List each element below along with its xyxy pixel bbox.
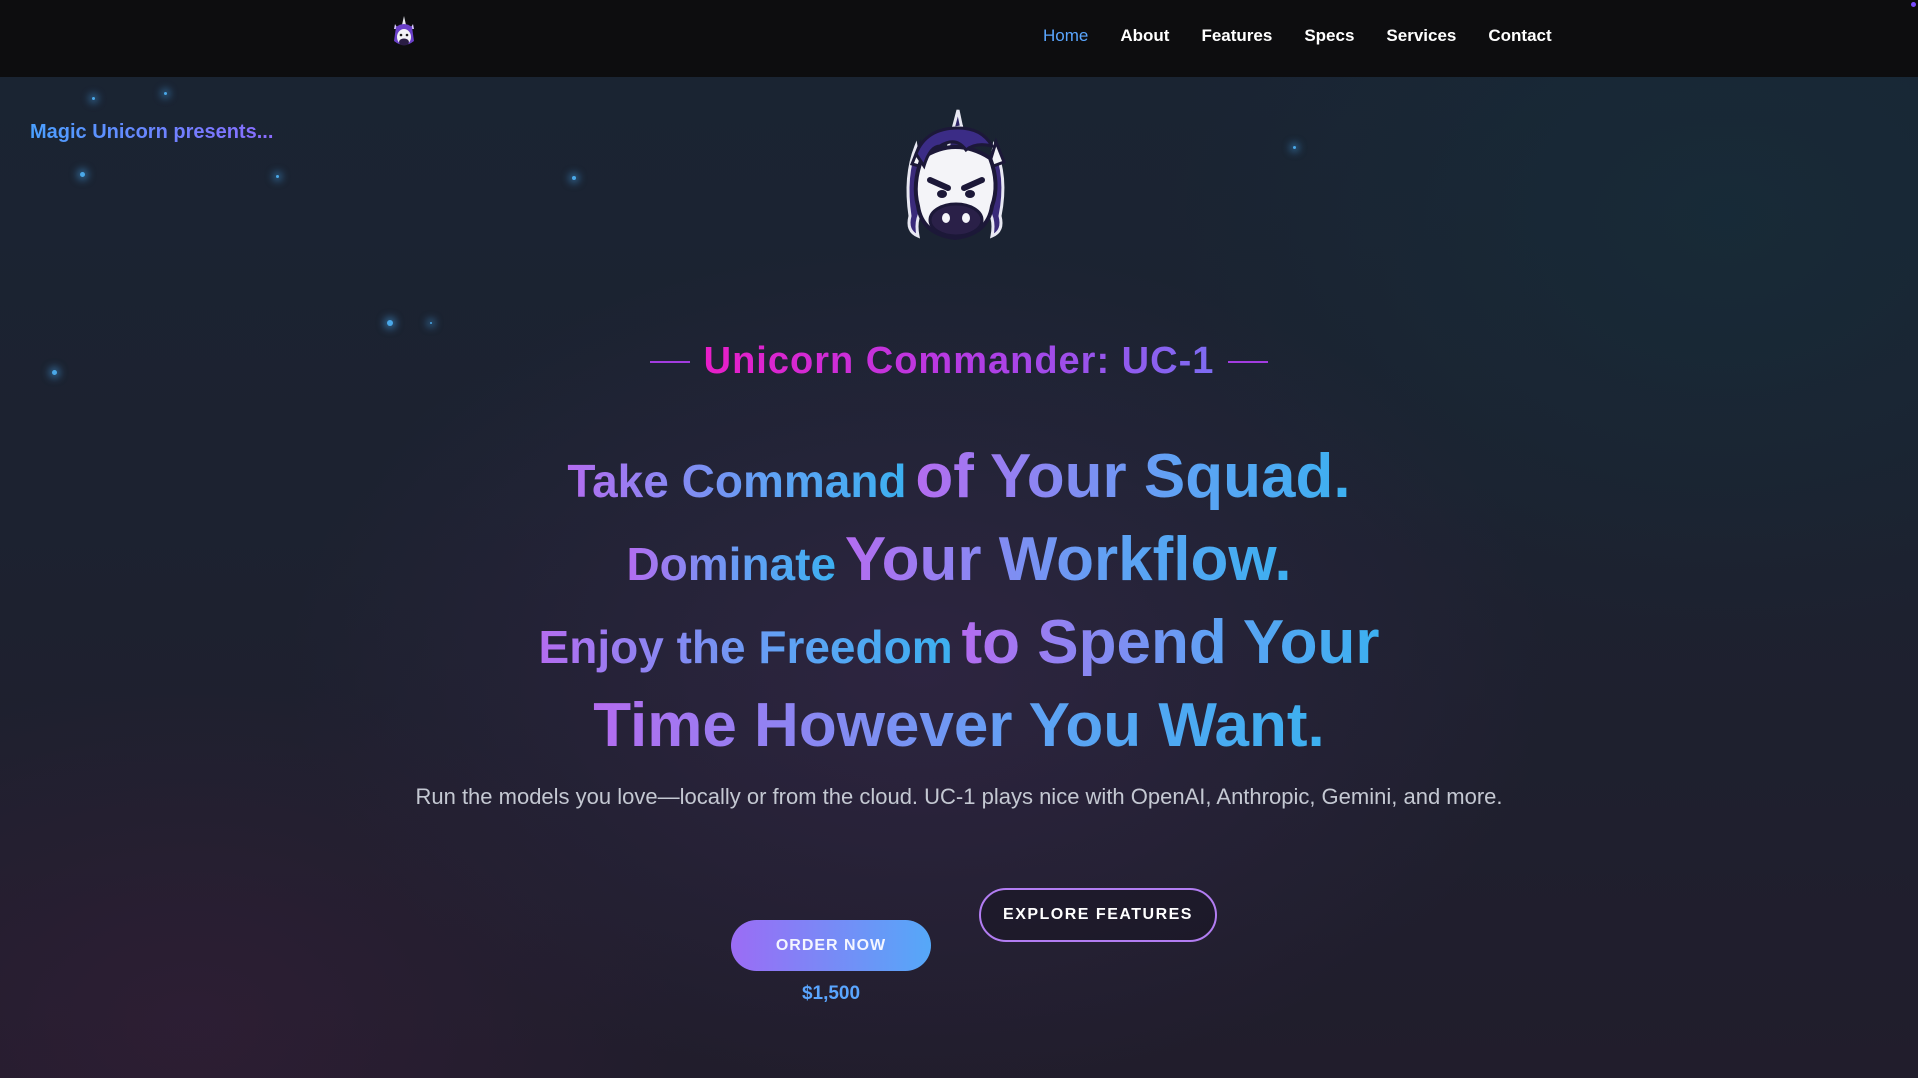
nav-link-features[interactable]: Features: [1201, 26, 1272, 46]
nav-link-services[interactable]: Services: [1386, 26, 1456, 46]
background-star: [92, 97, 95, 100]
nav-link-about[interactable]: About: [1120, 26, 1169, 46]
nav-link-contact[interactable]: Contact: [1488, 26, 1551, 46]
corner-dot: [1911, 2, 1916, 7]
price-label: $1,500: [801, 983, 861, 1004]
product-subtitle: Unicorn Commander: UC-1: [703, 340, 1215, 382]
background-star: [387, 320, 393, 326]
top-navbar: Home About Features Specs Services Conta…: [0, 0, 1918, 77]
background-star: [276, 175, 279, 178]
headline-text: Enjoy the Freedom: [538, 621, 953, 673]
headline-line-3: Enjoy the Freedom to Spend Your: [0, 601, 1918, 684]
background-star: [164, 92, 167, 95]
headline-text: Time However You Want.: [593, 691, 1325, 760]
background-star: [1293, 146, 1296, 149]
headline-text: to Spend Your: [961, 608, 1380, 677]
unicorn-mascot-icon: [906, 109, 1006, 241]
unicorn-logo-icon[interactable]: [388, 15, 420, 51]
right-dash: [1228, 360, 1269, 363]
headline-text: of Your Squad.: [915, 442, 1351, 511]
headline-line-1: Take Command of Your Squad.: [0, 435, 1918, 518]
explore-features-button[interactable]: EXPLORE FEATURES: [979, 888, 1217, 942]
hero-tagline: Run the models you love—locally or from …: [415, 784, 1503, 809]
nav-link-home[interactable]: Home: [1043, 26, 1088, 46]
headline-line-4: Time However You Want.: [0, 684, 1918, 767]
nav-link-specs[interactable]: Specs: [1304, 26, 1354, 46]
product-subtitle-row: Unicorn Commander: UC-1: [0, 340, 1918, 383]
background-star: [80, 172, 85, 177]
nav-links: Home About Features Specs Services Conta…: [1043, 26, 1584, 46]
headline-text: Your Workflow.: [844, 525, 1292, 594]
presents-text: Magic Unicorn presents...: [30, 121, 274, 143]
hero-headline: Take Command of Your Squad. Dominate You…: [0, 435, 1918, 767]
headline-text: Dominate: [626, 538, 837, 590]
background-star: [572, 176, 576, 180]
headline-line-2: Dominate Your Workflow.: [0, 518, 1918, 601]
left-dash: [649, 360, 690, 363]
background-star: [430, 322, 432, 324]
headline-text: Take Command: [567, 455, 907, 507]
order-now-button[interactable]: ORDER NOW: [731, 920, 931, 971]
